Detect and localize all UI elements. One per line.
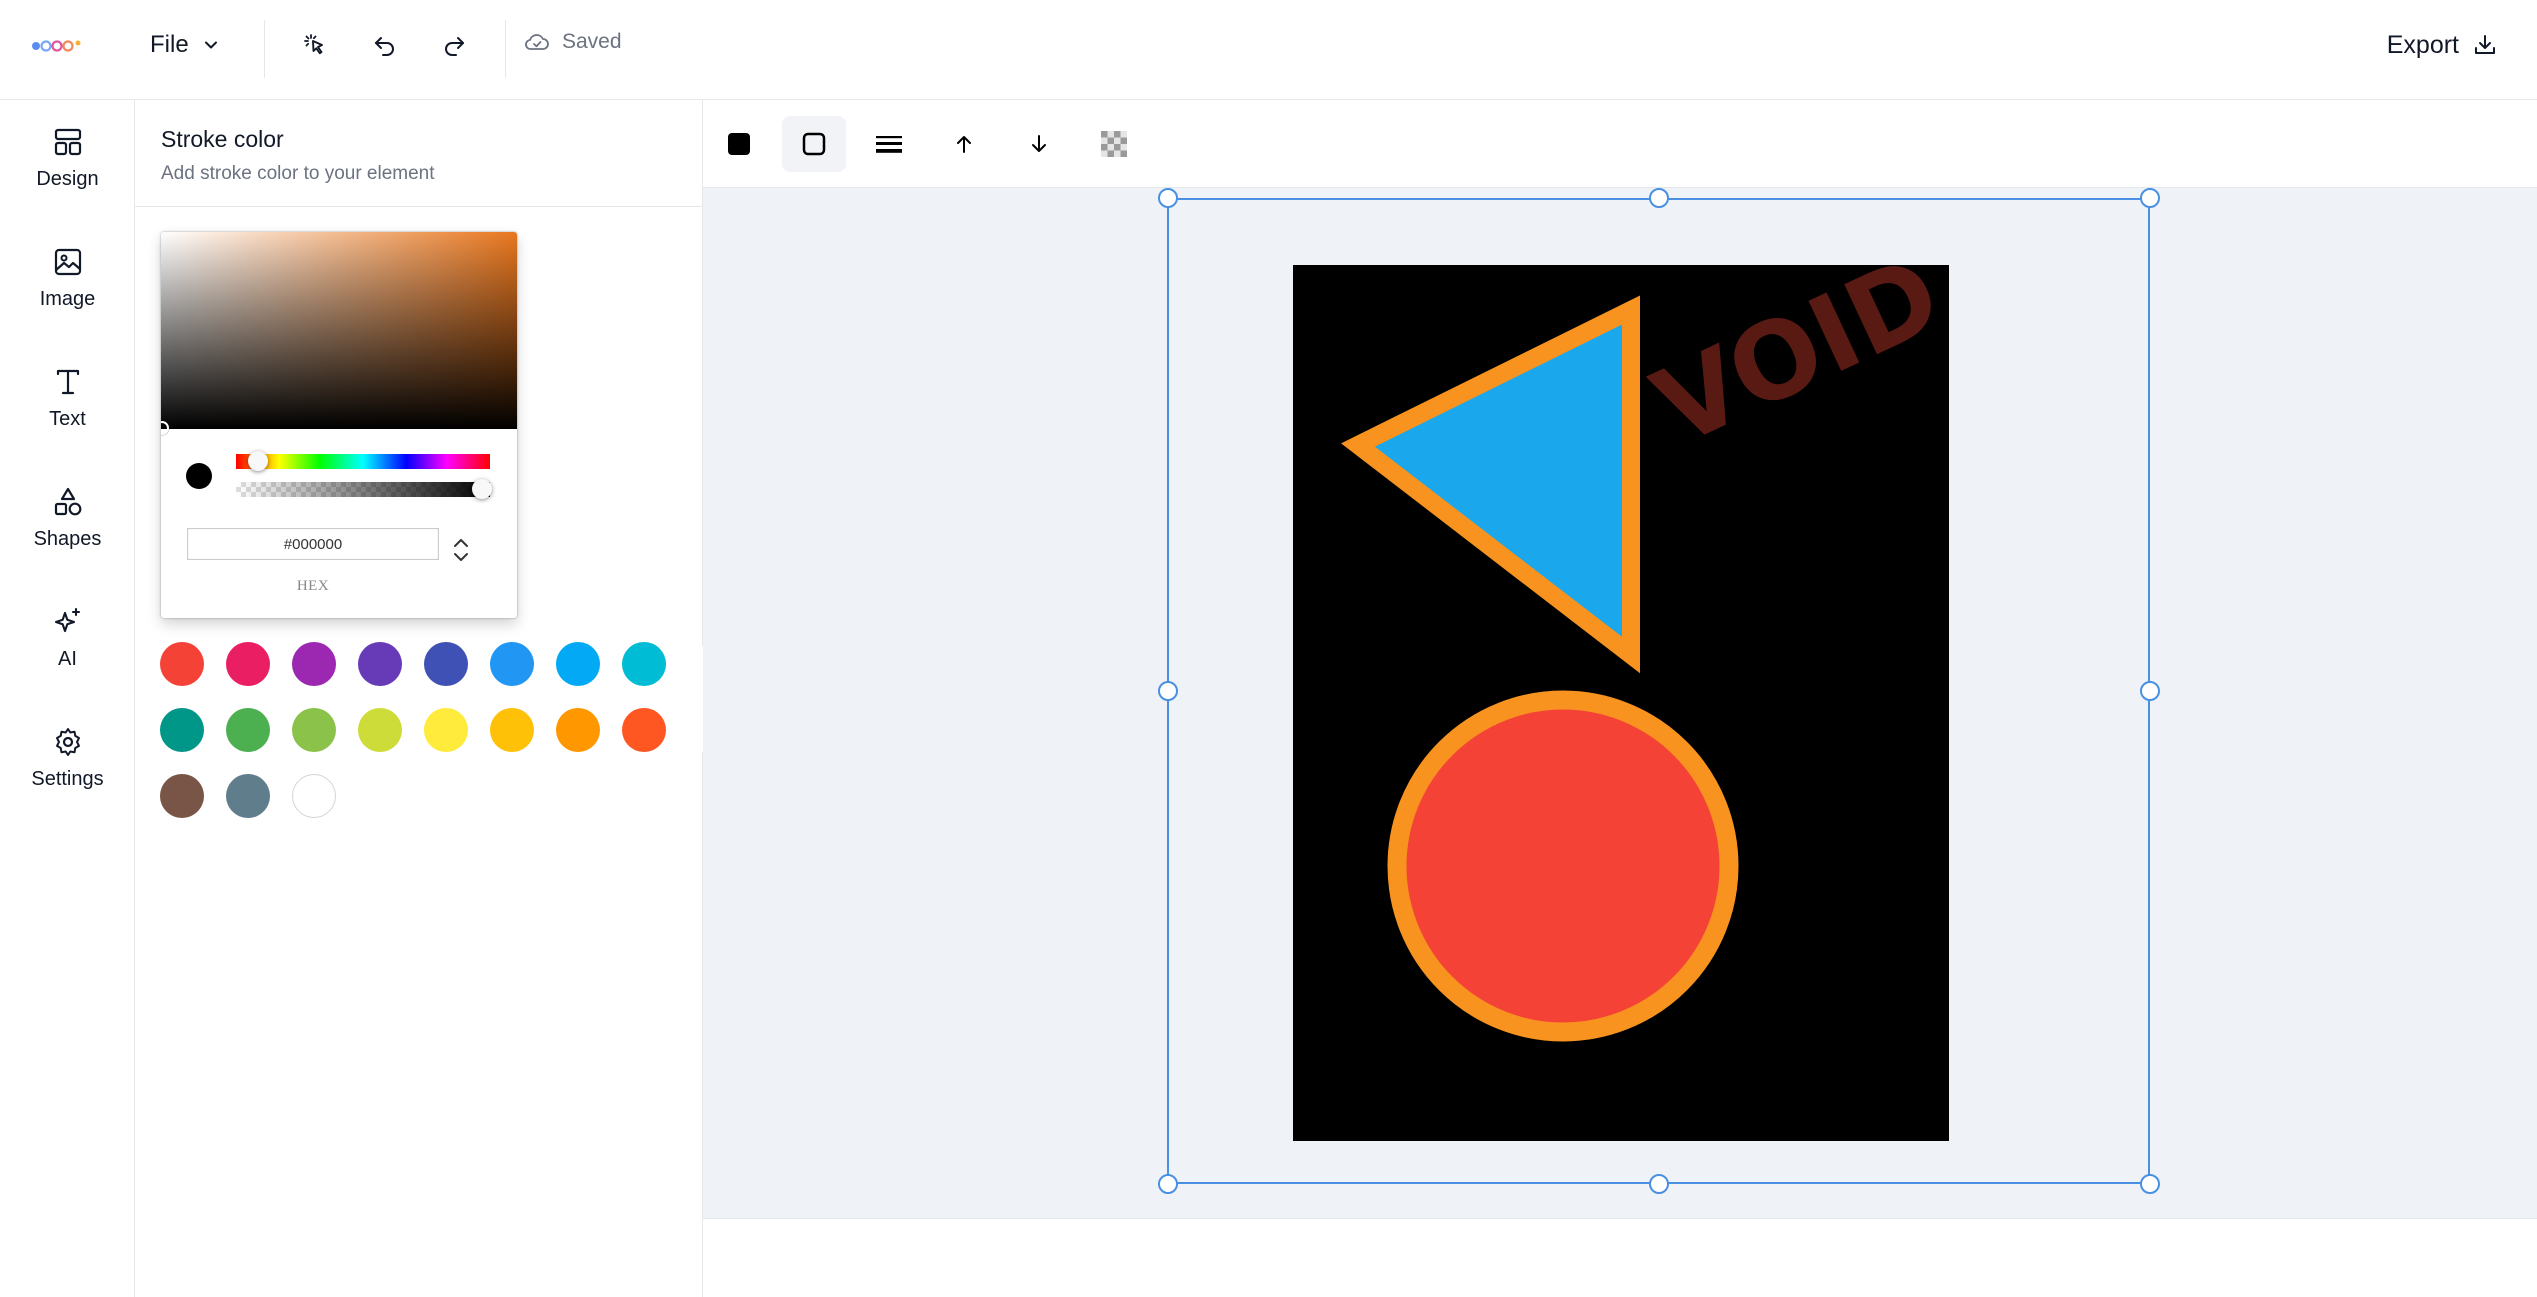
resize-handle-right[interactable]	[2140, 681, 2160, 701]
resize-handle-top-left[interactable]	[1158, 188, 1178, 208]
sparkles-icon	[54, 607, 80, 633]
stroke-color-panel: Stroke color Add stroke color to your el…	[135, 100, 703, 1297]
pointer-click-icon	[304, 34, 323, 55]
line-weight-icon	[876, 136, 902, 153]
format-toggle-icon[interactable]	[449, 532, 473, 568]
resize-handle-bottom[interactable]	[1649, 1174, 1669, 1194]
nav-item-image[interactable]: Image	[0, 246, 135, 346]
left-nav-rail: Design Image Text Shapes AI Settings	[0, 100, 135, 1297]
nav-item-settings[interactable]: Settings	[0, 726, 135, 826]
bottom-bar	[703, 1218, 2537, 1297]
color-swatch[interactable]	[226, 708, 270, 752]
export-button[interactable]: Export	[2387, 26, 2497, 64]
file-menu-label: File	[150, 31, 189, 58]
nav-item-shapes[interactable]: Shapes	[0, 486, 135, 586]
transparency-button[interactable]	[1082, 116, 1146, 172]
saturation-area[interactable]	[161, 232, 517, 435]
color-swatch[interactable]	[292, 774, 336, 818]
undo-button[interactable]	[368, 28, 402, 62]
color-swatch[interactable]	[490, 708, 534, 752]
panel-header: Stroke color Add stroke color to your el…	[135, 100, 703, 207]
nav-item-design[interactable]: Design	[0, 126, 135, 226]
bring-forward-button[interactable]	[932, 116, 996, 172]
color-swatch[interactable]	[622, 708, 666, 752]
select-tool-button[interactable]	[298, 28, 332, 62]
selection-box[interactable]	[1167, 198, 2150, 1184]
hue-slider-knob[interactable]	[248, 451, 268, 471]
nav-item-ai[interactable]: AI	[0, 606, 135, 706]
arrow-up-icon	[957, 136, 971, 153]
color-swatch[interactable]	[556, 642, 600, 686]
resize-handle-top-right[interactable]	[2140, 188, 2160, 208]
color-swatch[interactable]	[160, 708, 204, 752]
nav-label: Design	[36, 168, 99, 190]
alpha-slider-knob[interactable]	[472, 479, 492, 499]
stroke-square-icon	[802, 132, 826, 156]
toolbar-divider	[264, 20, 265, 78]
save-status: Saved	[524, 30, 622, 54]
color-swatch[interactable]	[622, 642, 666, 686]
redo-icon	[445, 37, 464, 56]
top-bar: File Saved Export	[0, 0, 2537, 100]
color-swatch[interactable]	[424, 642, 468, 686]
color-swatch[interactable]	[160, 774, 204, 818]
gear-icon	[55, 728, 80, 756]
layout-icon	[54, 128, 81, 156]
file-menu-button[interactable]: File	[150, 26, 221, 64]
nav-label: Image	[39, 288, 96, 310]
alpha-slider[interactable]	[236, 479, 492, 499]
nav-label: Settings	[31, 768, 104, 790]
resize-handle-bottom-right[interactable]	[2140, 1174, 2160, 1194]
panel-subtitle: Add stroke color to your element	[161, 163, 435, 184]
app-logo[interactable]	[30, 30, 84, 60]
text-icon	[56, 369, 79, 395]
hex-input[interactable]	[187, 528, 439, 560]
color-swatch[interactable]	[358, 708, 402, 752]
color-swatch[interactable]	[358, 642, 402, 686]
resize-handle-bottom-left[interactable]	[1158, 1174, 1178, 1194]
nav-label: AI	[58, 648, 77, 670]
resize-handle-left[interactable]	[1158, 681, 1178, 701]
shapes-icon	[54, 487, 81, 516]
undo-icon	[375, 37, 394, 56]
saturation-handle[interactable]	[161, 421, 169, 435]
chevron-down-icon	[204, 41, 217, 49]
arrow-down-icon	[1032, 135, 1046, 152]
color-swatch[interactable]	[292, 642, 336, 686]
nav-label: Shapes	[33, 528, 102, 550]
send-backward-button[interactable]	[1007, 116, 1071, 172]
toolbar-divider	[505, 20, 506, 78]
color-swatch[interactable]	[424, 708, 468, 752]
color-picker: HEX	[161, 232, 517, 618]
download-icon	[2475, 35, 2495, 54]
nav-label: Text	[49, 408, 86, 430]
color-swatch[interactable]	[556, 708, 600, 752]
current-color-preview	[186, 463, 212, 489]
color-swatch[interactable]	[490, 642, 534, 686]
resize-handle-top[interactable]	[1649, 188, 1669, 208]
color-swatch[interactable]	[292, 708, 336, 752]
color-swatch[interactable]	[160, 642, 204, 686]
fill-square-icon	[728, 133, 750, 155]
color-swatch[interactable]	[226, 774, 270, 818]
hue-slider[interactable]	[236, 451, 490, 471]
fill-color-button[interactable]	[707, 116, 771, 172]
save-status-label: Saved	[562, 30, 622, 53]
cloud-check-icon	[525, 34, 549, 50]
element-toolbar	[703, 100, 2537, 188]
panel-title: Stroke color	[161, 126, 284, 152]
export-label: Export	[2386, 30, 2459, 59]
image-icon	[54, 248, 81, 276]
color-format-label: HEX	[296, 578, 330, 594]
nav-item-text[interactable]: Text	[0, 366, 135, 466]
redo-button[interactable]	[437, 28, 471, 62]
stroke-color-button[interactable]	[782, 116, 846, 172]
stroke-width-button[interactable]	[857, 116, 921, 172]
color-swatch[interactable]	[226, 642, 270, 686]
checkerboard-icon	[1101, 131, 1127, 157]
